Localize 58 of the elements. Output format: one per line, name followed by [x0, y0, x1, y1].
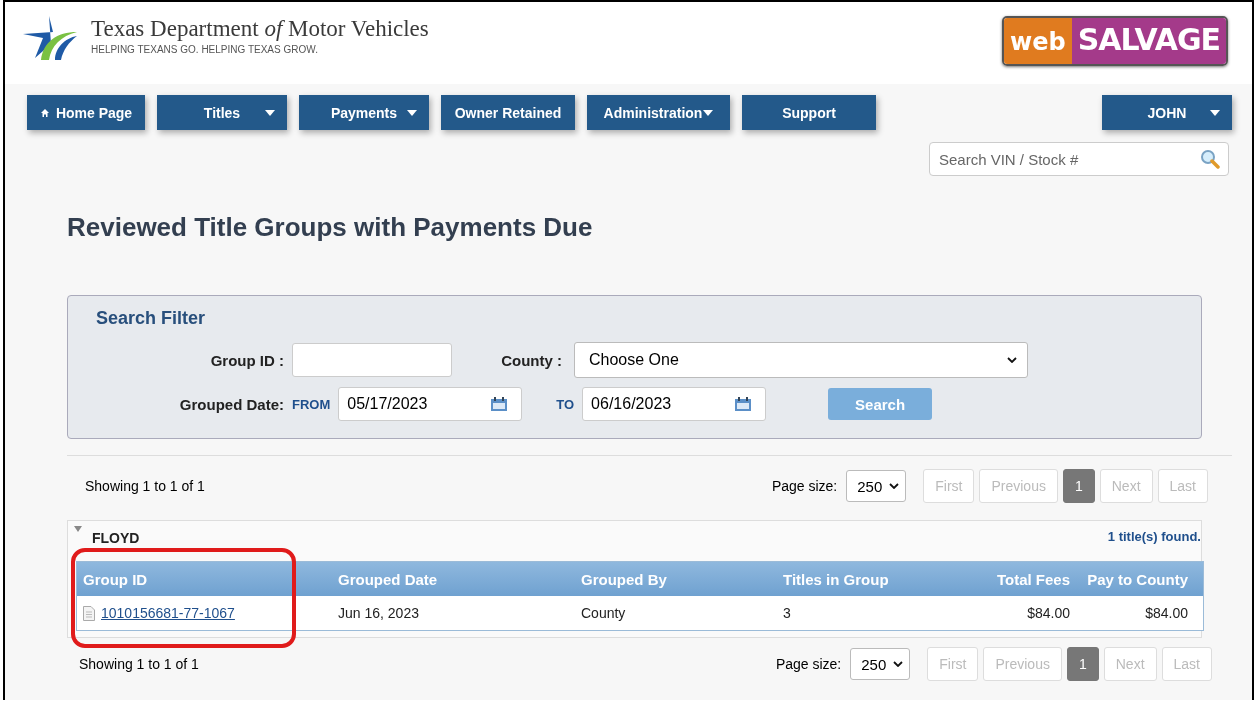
- table-cell-text: Jun 16, 2023: [337, 605, 420, 621]
- to-label: TO: [556, 396, 575, 412]
- column-header[interactable]: Pay to County: [1072, 570, 1190, 588]
- page-size-label: Page size:: [775, 656, 842, 672]
- column-header[interactable]: Group ID: [77, 570, 332, 588]
- tagline: HELPING TEXANS GO. HELPING TEXAS GROW.: [91, 44, 319, 55]
- calendar-icon: [735, 397, 752, 411]
- page-size-dropdown[interactable]: 250: [846, 470, 907, 502]
- field-label: Group ID :: [209, 351, 284, 369]
- group-name: FLOYD: [92, 530, 140, 546]
- caret-icon: [265, 109, 275, 116]
- column-header[interactable]: Grouped By: [575, 570, 777, 588]
- table-cell-text: County: [580, 605, 627, 621]
- collapse-arrow-icon[interactable]: [74, 526, 82, 532]
- chevron-icon: [1007, 357, 1017, 363]
- column-header[interactable]: Total Fees: [927, 570, 1072, 588]
- county-dropdown[interactable]: Choose One: [574, 342, 1028, 378]
- page-size-dropdown[interactable]: 250: [850, 648, 911, 680]
- chevron-icon: [893, 661, 904, 667]
- group-id-link[interactable]: 1010156681-77-1067: [101, 605, 235, 621]
- search-button[interactable]: Search: [828, 388, 933, 420]
- app-logo: web SALVAGE: [1002, 16, 1228, 66]
- caret-icon: [407, 109, 417, 116]
- nav-menu-button[interactable]: Titles: [157, 95, 287, 130]
- page-size-label: Page size:: [771, 478, 838, 494]
- table-cell-text: $84.00: [1144, 605, 1189, 621]
- table-cell-text: 3: [782, 605, 792, 621]
- table-cell-text: $84.00: [1026, 605, 1071, 621]
- document-icon: [83, 605, 95, 621]
- agency-name: Texas Department of Motor Vehicles: [91, 16, 429, 42]
- group-id-field[interactable]: [292, 343, 452, 377]
- vin-search-field[interactable]: Search VIN / Stock #: [929, 142, 1229, 176]
- from-label: FROM: [292, 396, 331, 412]
- nav-menu-button[interactable]: Support: [742, 95, 876, 130]
- caret-icon: [703, 109, 714, 116]
- results-summary: Showing 1 to 1 of 1: [79, 656, 199, 672]
- page-title: Reviewed Title Groups with Payments Due: [67, 212, 594, 243]
- column-header[interactable]: Grouped Date: [332, 570, 575, 588]
- nav-menu-button[interactable]: Payments: [299, 95, 429, 130]
- caret-icon: [1210, 109, 1220, 116]
- pagination-button[interactable]: 1: [1062, 469, 1095, 503]
- field-label: Grouped Date:: [178, 395, 284, 413]
- column-header[interactable]: Titles in Group: [777, 570, 927, 588]
- from-date-field[interactable]: 05/17/2023: [338, 387, 523, 421]
- nav-menu-button[interactable]: Home Page: [27, 95, 145, 130]
- search-icon: [1200, 149, 1220, 169]
- chevron-icon: [889, 483, 900, 489]
- nav-menu-button[interactable]: Administration: [587, 95, 730, 130]
- pagination-button[interactable]: 1: [1066, 647, 1099, 681]
- field-label: County :: [500, 351, 562, 369]
- home-icon: [39, 107, 50, 118]
- results-count: 1 title(s) found.: [1107, 528, 1201, 544]
- calendar-icon: [491, 397, 508, 411]
- filter-title: Search Filter: [96, 308, 207, 329]
- user-menu-button[interactable]: JOHN: [1102, 95, 1232, 130]
- to-date-field[interactable]: 06/16/2023: [582, 387, 767, 421]
- nav-menu-button[interactable]: Owner Retained: [441, 95, 575, 130]
- results-summary: Showing 1 to 1 of 1: [85, 478, 205, 494]
